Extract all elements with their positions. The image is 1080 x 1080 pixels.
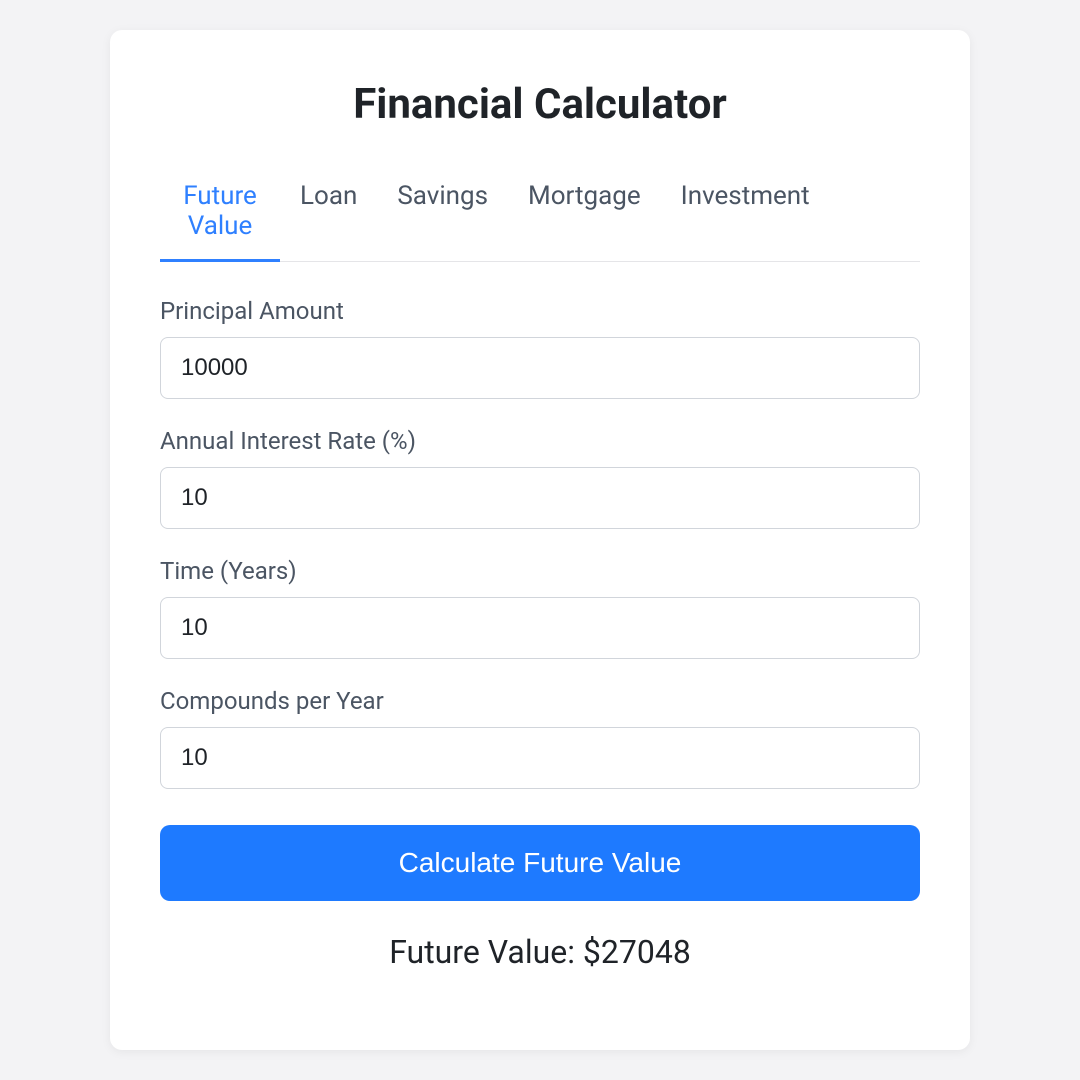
result-text: Future Value: $27048: [160, 933, 920, 971]
input-compounds[interactable]: [160, 727, 920, 789]
field-rate: Annual Interest Rate (%): [160, 427, 920, 529]
tab-investment[interactable]: Investment: [661, 169, 830, 262]
label-time: Time (Years): [160, 557, 920, 585]
calculator-card: Financial Calculator Future Value Loan S…: [110, 30, 970, 1050]
tab-loan[interactable]: Loan: [280, 169, 377, 262]
field-principal: Principal Amount: [160, 297, 920, 399]
field-compounds: Compounds per Year: [160, 687, 920, 789]
page-title: Financial Calculator: [160, 80, 920, 129]
tab-future-value[interactable]: Future Value: [160, 169, 280, 262]
label-principal: Principal Amount: [160, 297, 920, 325]
tab-savings[interactable]: Savings: [377, 169, 508, 262]
calculate-button[interactable]: Calculate Future Value: [160, 825, 920, 901]
field-time: Time (Years): [160, 557, 920, 659]
label-compounds: Compounds per Year: [160, 687, 920, 715]
tabs: Future Value Loan Savings Mortgage Inves…: [160, 169, 920, 262]
input-principal[interactable]: [160, 337, 920, 399]
input-time[interactable]: [160, 597, 920, 659]
label-rate: Annual Interest Rate (%): [160, 427, 920, 455]
tab-mortgage[interactable]: Mortgage: [508, 169, 661, 262]
input-rate[interactable]: [160, 467, 920, 529]
